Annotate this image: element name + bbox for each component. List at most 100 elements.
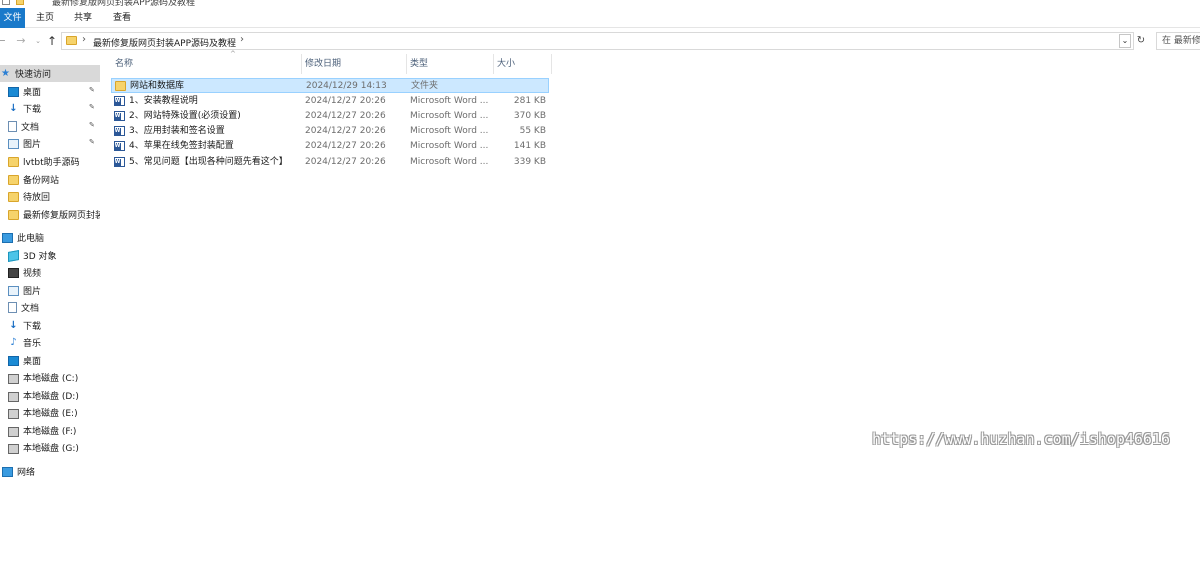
music-icon: ♪	[10, 336, 17, 348]
download-icon: ↓	[9, 319, 18, 331]
navigation-pane: ★ 快速访问 桌面 ✎ ↓ 下载 ✎ 文档 ✎ 图片 ✎ lvtbt助手源码 备…	[0, 63, 100, 567]
column-header-name[interactable]: 名称	[115, 54, 133, 74]
sidebar-item-drive-c[interactable]: 本地磁盘 (C:)	[0, 369, 100, 386]
sidebar-item-desktop[interactable]: 桌面	[0, 352, 100, 369]
recent-locations-chevron-icon[interactable]: ⌄	[31, 33, 45, 49]
sidebar-item-drive-f[interactable]: 本地磁盘 (F:)	[0, 422, 100, 439]
column-header-size[interactable]: 大小	[497, 54, 515, 74]
folder-icon	[8, 156, 19, 167]
sidebar-item-drive-g[interactable]: 本地磁盘 (G:)	[0, 439, 100, 456]
sidebar-item-documents[interactable]: 文档	[0, 299, 100, 316]
word-document-icon	[114, 96, 125, 106]
pin-icon[interactable]: ✎	[89, 86, 95, 94]
sidebar-item-label: 下载	[23, 105, 42, 115]
file-type: Microsoft Word ...	[410, 96, 489, 106]
address-folder-icon	[66, 36, 77, 45]
sidebar-item-desktop[interactable]: 桌面 ✎	[0, 83, 100, 100]
network-icon	[2, 466, 13, 477]
sidebar-item-drive-d[interactable]: 本地磁盘 (D:)	[0, 387, 100, 404]
sidebar-item-3d-objects[interactable]: 3D 对象	[0, 247, 100, 264]
file-row[interactable]: 5、常见问题【出现各种问题先看这个】 2024/12/27 20:26 Micr…	[111, 155, 549, 170]
back-arrow-icon[interactable]: ←	[0, 33, 8, 49]
sidebar-item-label: 文档	[21, 123, 40, 133]
download-icon: ↓	[9, 102, 18, 114]
sidebar-item-folder[interactable]: 待放回	[0, 188, 100, 205]
drive-icon	[8, 373, 19, 384]
sidebar-item-pictures[interactable]: 图片	[0, 282, 100, 299]
file-row[interactable]: 2、网站特殊设置(必须设置) 2024/12/27 20:26 Microsof…	[111, 109, 549, 124]
sidebar-item-folder[interactable]: 最新修复版网页封装APP源码及教程	[0, 206, 100, 223]
ribbon-tabs: 文件 主页 共享 查看	[0, 8, 1200, 28]
address-bar[interactable]: › 最新修复版网页封装APP源码及教程 › ⌄	[61, 32, 1134, 50]
file-row[interactable]: 3、应用封装和签名设置 2024/12/27 20:26 Microsoft W…	[111, 124, 549, 139]
file-type: Microsoft Word ...	[410, 126, 489, 136]
file-row[interactable]: 1、安装教程说明 2024/12/27 20:26 Microsoft Word…	[111, 94, 549, 109]
documents-icon	[8, 121, 17, 132]
file-name: 4、苹果在线免签封装配置	[129, 141, 234, 151]
sidebar-item-label: 下载	[23, 322, 42, 332]
file-size: 141 KB	[513, 141, 546, 151]
title-icons	[2, 0, 24, 5]
forward-arrow-icon[interactable]: →	[14, 33, 28, 49]
word-document-icon	[114, 157, 125, 167]
pin-icon[interactable]: ✎	[89, 103, 95, 111]
sidebar-item-videos[interactable]: 视频	[0, 264, 100, 281]
column-header-date[interactable]: 修改日期	[305, 54, 341, 74]
drive-icon	[8, 408, 19, 419]
file-name: 1、安装教程说明	[129, 96, 198, 106]
sidebar-item-label: 此电脑	[17, 234, 45, 244]
file-row[interactable]: 4、苹果在线免签封装配置 2024/12/27 20:26 Microsoft …	[111, 139, 549, 154]
sidebar-item-quick-access[interactable]: ★ 快速访问	[0, 65, 100, 82]
sidebar-item-downloads[interactable]: ↓ 下载	[0, 317, 100, 334]
drive-icon	[8, 443, 19, 454]
sort-ascending-icon: ^	[230, 50, 236, 58]
pin-icon[interactable]: ✎	[89, 121, 95, 129]
sidebar-item-network[interactable]: 网络	[0, 463, 100, 480]
column-divider[interactable]	[551, 54, 552, 74]
file-type: Microsoft Word ...	[410, 141, 489, 151]
file-type: Microsoft Word ...	[410, 157, 489, 167]
file-date: 2024/12/29 14:13	[306, 81, 387, 91]
breadcrumb-chevron-icon[interactable]: ›	[240, 34, 244, 45]
title-bar: 最新修复版网页封装APP源码及教程	[0, 0, 1200, 8]
sidebar-item-label: 图片	[23, 140, 42, 150]
sidebar-item-folder[interactable]: lvtbt助手源码	[0, 153, 100, 170]
file-row[interactable]: 网站和数据库 2024/12/29 14:13 文件夹	[111, 78, 549, 93]
breadcrumb-chevron-icon[interactable]: ›	[82, 34, 86, 45]
navigation-bar: ← → ⌄ ↑ › 最新修复版网页封装APP源码及教程 › ⌄ ↻ 在 最新修复…	[0, 29, 1200, 53]
folder-icon	[8, 209, 19, 220]
sidebar-item-label: 桌面	[23, 357, 42, 367]
sidebar-item-drive-e[interactable]: 本地磁盘 (E:)	[0, 404, 100, 421]
tab-view[interactable]: 查看	[103, 8, 141, 28]
sidebar-item-this-pc[interactable]: 此电脑	[0, 229, 100, 246]
word-document-icon	[114, 141, 125, 151]
address-dropdown-chevron-icon[interactable]: ⌄	[1119, 34, 1131, 48]
file-size: 55 KB	[519, 126, 546, 136]
column-header-type[interactable]: 类型	[410, 54, 428, 74]
breadcrumb-current-folder[interactable]: 最新修复版网页封装APP源码及教程	[93, 36, 236, 49]
pin-icon[interactable]: ✎	[89, 138, 95, 146]
search-input[interactable]: 在 最新修复版网页封装APP源码及教程 中搜索	[1156, 32, 1200, 50]
up-arrow-icon[interactable]: ↑	[45, 33, 59, 49]
column-divider[interactable]	[406, 54, 407, 74]
star-icon: ★	[1, 67, 10, 79]
word-document-icon	[114, 111, 125, 121]
file-name: 3、应用封装和签名设置	[129, 126, 225, 136]
file-date: 2024/12/27 20:26	[305, 96, 386, 106]
file-name: 5、常见问题【出现各种问题先看这个】	[129, 157, 288, 167]
column-divider[interactable]	[301, 54, 302, 74]
quick-access-toolbar-icon[interactable]	[2, 0, 10, 5]
sidebar-item-label: 待放回	[23, 193, 51, 203]
tab-file[interactable]: 文件	[0, 8, 25, 28]
tab-home[interactable]: 主页	[27, 8, 63, 28]
sidebar-item-downloads[interactable]: ↓ 下载 ✎	[0, 100, 100, 117]
folder-icon	[8, 174, 19, 185]
desktop-icon	[8, 86, 19, 97]
sidebar-item-pictures[interactable]: 图片 ✎	[0, 135, 100, 152]
refresh-icon[interactable]: ↻	[1134, 32, 1148, 50]
sidebar-item-documents[interactable]: 文档 ✎	[0, 118, 100, 135]
sidebar-item-folder[interactable]: 备份网站	[0, 171, 100, 188]
sidebar-item-music[interactable]: ♪ 音乐	[0, 334, 100, 351]
column-divider[interactable]	[493, 54, 494, 74]
tab-share[interactable]: 共享	[65, 8, 101, 28]
